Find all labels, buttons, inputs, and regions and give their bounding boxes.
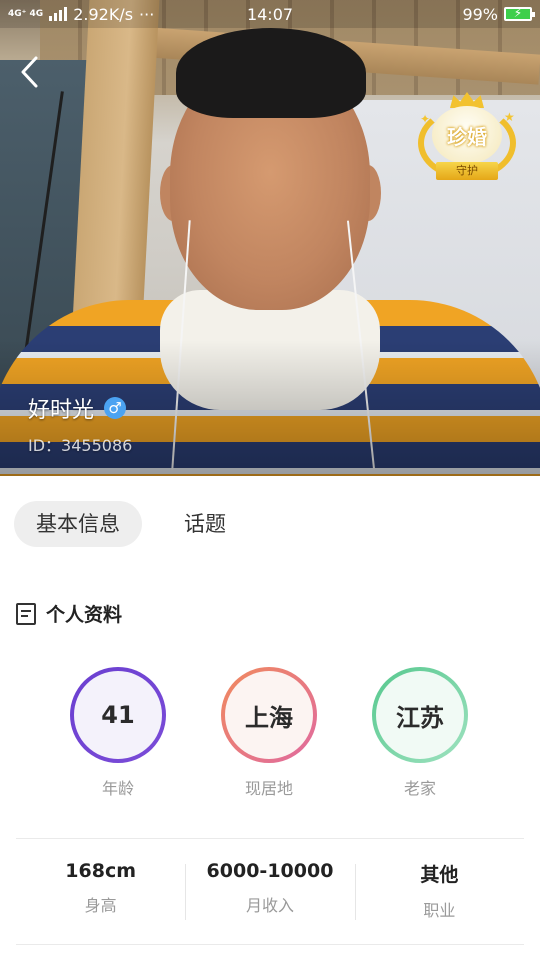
occupation-value: 其他 (420, 864, 459, 886)
hometown-label: 老家 (403, 779, 436, 798)
age-item: 41 年龄 (58, 667, 178, 799)
badge-ribbon: 守护 (436, 162, 498, 180)
star-icon: ✦ (420, 112, 431, 126)
residence-item: 上海 现居地 (209, 667, 329, 799)
network-type: 4G⁺ 4G (8, 8, 44, 19)
height-stat: 168cm 身高 (16, 860, 185, 924)
hometown-value: 江苏 (376, 671, 464, 759)
status-left: 4G⁺ 4G 2.92K/s ··· (8, 5, 154, 24)
status-bar: 4G⁺ 4G 2.92K/s ··· 14:07 99% ⚡ (0, 0, 540, 28)
age-value: 41 (74, 671, 162, 759)
height-label: 身高 (84, 896, 117, 915)
age-label: 年龄 (101, 779, 134, 798)
residence-value: 上海 (225, 671, 313, 759)
more-indicator: ··· (139, 4, 155, 24)
battery-icon: ⚡ (504, 6, 535, 21)
age-ring: 41 (70, 667, 166, 763)
income-label: 月收入 (245, 896, 294, 915)
section-title: 个人资料 (46, 604, 123, 626)
star-icon: ★ (504, 110, 515, 124)
tab-basic-info[interactable]: 基本信息 (14, 501, 142, 547)
status-right: 99% ⚡ (462, 4, 535, 24)
document-icon (16, 602, 36, 625)
back-button[interactable] (14, 52, 46, 92)
battery-percent: 99% (462, 4, 498, 24)
tab-topics[interactable]: 话题 (162, 501, 248, 547)
residence-label: 现居地 (244, 779, 293, 798)
profile-stats: 168cm 身高 6000-10000 月收入 其他 职业 (16, 860, 524, 924)
residence-ring: 上海 (221, 667, 317, 763)
divider (16, 838, 524, 839)
profile-tabs: 基本信息 话题 (14, 501, 248, 547)
hometown-item: 江苏 老家 (360, 667, 480, 799)
profile-id: ID：3455086 (28, 436, 133, 455)
signal-icon (49, 7, 68, 21)
network-speed: 2.92K/s (73, 4, 134, 24)
male-gender-icon: ♂ (104, 397, 127, 419)
income-value: 6000-10000 (206, 860, 334, 882)
section-header: 个人资料 (16, 600, 122, 627)
badge-title: 珍婚 (432, 106, 502, 164)
occupation-label: 职业 (423, 901, 456, 920)
profile-circles: 41 年龄 上海 现居地 江苏 老家 (0, 667, 540, 807)
photo-hair (176, 28, 366, 118)
income-stat: 6000-10000 月收入 (185, 860, 354, 924)
profile-name-row: 好时光 ♂ (28, 392, 127, 424)
guard-badge[interactable]: ✦ ★ 珍婚 守护 (412, 92, 522, 184)
profile-name: 好时光 (28, 398, 95, 423)
chevron-left-icon (21, 56, 38, 88)
divider (16, 944, 524, 945)
hometown-ring: 江苏 (372, 667, 468, 763)
occupation-stat: 其他 职业 (354, 860, 524, 924)
height-value: 168cm (65, 860, 137, 882)
